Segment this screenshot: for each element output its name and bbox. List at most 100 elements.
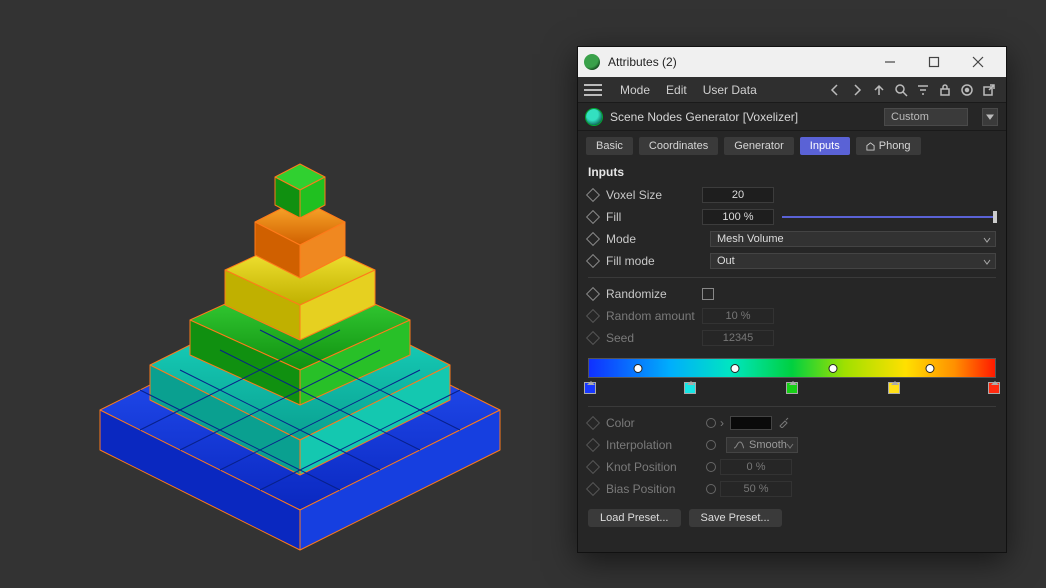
gradient-bar[interactable] [588, 358, 996, 378]
label-randomize: Randomize [606, 287, 702, 301]
label-random-amount: Random amount [606, 309, 702, 323]
select-fillmode[interactable]: Out [710, 253, 996, 269]
attributes-panel: Attributes (2) Mode Edit User Data S [577, 46, 1007, 553]
diamond-icon[interactable] [586, 287, 600, 301]
diamond-icon [586, 482, 600, 496]
slider-fill[interactable] [782, 209, 996, 225]
row-voxel-size: Voxel Size 20 [588, 185, 996, 205]
row-randomize: Randomize [588, 284, 996, 304]
select-mode-value: Mesh Volume [717, 233, 784, 245]
link-icon [706, 418, 716, 428]
search-icon[interactable] [891, 80, 911, 100]
gradient-knot[interactable] [731, 364, 740, 373]
diamond-icon[interactable] [586, 210, 600, 224]
titlebar[interactable]: Attributes (2) [578, 47, 1006, 77]
tab-phong-label: Phong [879, 140, 911, 152]
node-icon [586, 109, 602, 125]
gradient-knot[interactable] [828, 364, 837, 373]
diamond-icon [586, 309, 600, 323]
label-color: Color [606, 416, 702, 430]
menu-edit[interactable]: Edit [658, 77, 695, 102]
menu-mode[interactable]: Mode [612, 77, 658, 102]
gradient-stop[interactable] [584, 382, 596, 394]
diamond-icon[interactable] [586, 188, 600, 202]
select-interpolation: Smooth [726, 437, 798, 453]
row-knot: Knot Position 0 % [588, 457, 996, 477]
preset-select[interactable]: Custom [884, 108, 968, 126]
hamburger-icon[interactable] [584, 84, 602, 96]
row-mode: Mode Mesh Volume [588, 229, 996, 249]
row-fillmode: Fill mode Out [588, 251, 996, 271]
select-mode[interactable]: Mesh Volume [710, 231, 996, 247]
popout-icon[interactable] [979, 80, 999, 100]
filter-icon[interactable] [913, 80, 933, 100]
tab-generator[interactable]: Generator [724, 137, 794, 155]
gradient-stop[interactable] [888, 382, 900, 394]
color-swatch [730, 416, 772, 430]
input-voxel-size[interactable]: 20 [702, 187, 774, 203]
eyedropper-icon [778, 416, 790, 431]
diamond-icon [586, 460, 600, 474]
select-fillmode-value: Out [717, 255, 735, 267]
lock-icon[interactable] [935, 80, 955, 100]
up-icon[interactable] [869, 80, 889, 100]
gradient-stop[interactable] [684, 382, 696, 394]
curve-icon [733, 440, 745, 450]
target-icon[interactable] [957, 80, 977, 100]
label-fillmode: Fill mode [606, 254, 702, 268]
window-title: Attributes (2) [608, 55, 868, 69]
label-voxel-size: Voxel Size [606, 188, 702, 202]
gradient-stop[interactable] [786, 382, 798, 394]
diamond-icon[interactable] [586, 232, 600, 246]
section-heading: Inputs [588, 165, 996, 179]
tabs: Basic Coordinates Generator Inputs Phong [578, 131, 1006, 163]
tab-basic[interactable]: Basic [586, 137, 633, 155]
gradient-knot[interactable] [926, 364, 935, 373]
input-bias: 50 % [720, 481, 792, 497]
checkbox-randomize[interactable] [702, 288, 714, 300]
tab-phong[interactable]: Phong [856, 137, 921, 155]
row-seed: Seed 12345 [588, 328, 996, 348]
link-icon [706, 484, 716, 494]
gradient-stops[interactable] [588, 382, 996, 400]
close-button[interactable] [956, 47, 1000, 77]
row-random-amount: Random amount 10 % [588, 306, 996, 326]
preset-caret[interactable] [982, 108, 998, 126]
row-bias: Bias Position 50 % [588, 479, 996, 499]
label-mode: Mode [606, 232, 702, 246]
forward-icon[interactable] [847, 80, 867, 100]
label-fill: Fill [606, 210, 702, 224]
label-interpolation: Interpolation [606, 438, 702, 452]
tab-coordinates[interactable]: Coordinates [639, 137, 718, 155]
minimize-button[interactable] [868, 47, 912, 77]
label-bias: Bias Position [606, 482, 702, 496]
diamond-icon [586, 416, 600, 430]
maximize-button[interactable] [912, 47, 956, 77]
input-random-amount: 10 % [702, 308, 774, 324]
chevron-down-icon [983, 236, 991, 244]
load-preset-button[interactable]: Load Preset... [588, 509, 681, 527]
save-preset-button[interactable]: Save Preset... [689, 509, 782, 527]
menu-userdata[interactable]: User Data [695, 77, 765, 102]
input-fill[interactable]: 100 % [702, 209, 774, 225]
chevron-down-icon [786, 442, 794, 450]
select-interp-value: Smooth [749, 439, 787, 451]
label-seed: Seed [606, 331, 702, 345]
gradient-knot[interactable] [633, 364, 642, 373]
input-seed: 12345 [702, 330, 774, 346]
diamond-icon [586, 438, 600, 452]
diamond-icon [586, 331, 600, 345]
tab-inputs[interactable]: Inputs [800, 137, 850, 155]
label-knot: Knot Position [606, 460, 702, 474]
link-icon [706, 462, 716, 472]
node-row: Scene Nodes Generator [Voxelizer] Custom [578, 103, 1006, 131]
row-fill: Fill 100 % [588, 207, 996, 227]
chevron-down-icon [983, 258, 991, 266]
link-icon [706, 440, 716, 450]
gradient-editor[interactable] [588, 358, 996, 400]
back-icon[interactable] [825, 80, 845, 100]
gradient-stop[interactable] [988, 382, 1000, 394]
expand-arrow: › [720, 416, 724, 430]
diamond-icon[interactable] [586, 254, 600, 268]
input-knot: 0 % [720, 459, 792, 475]
